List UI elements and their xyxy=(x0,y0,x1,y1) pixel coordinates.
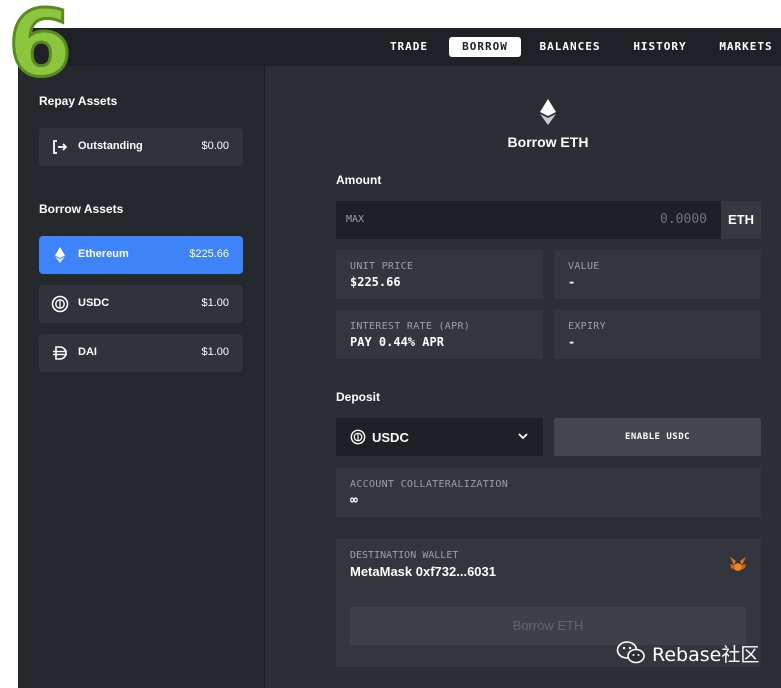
sidebar-item-label: USDC xyxy=(78,297,110,309)
borrow-panel: Borrow ETH Amount MAX 0.0000 ETH UNIT PR… xyxy=(266,66,781,688)
value-value: - xyxy=(568,275,576,289)
expiry-label: EXPIRY xyxy=(568,321,606,332)
sidebar-item-ethereum[interactable]: Ethereum $225.66 xyxy=(39,236,243,274)
value-label: VALUE xyxy=(568,261,600,272)
interest-rate-card: INTEREST RATE (APR) PAY 0.44% APR xyxy=(336,310,543,359)
watermark-text: Rebase社区 xyxy=(652,643,760,666)
top-navigation: TRADE BORROW BALANCES HISTORY MARKETS xyxy=(18,28,781,66)
tab-borrow[interactable]: BORROW xyxy=(449,37,521,57)
ethereum-icon xyxy=(55,247,65,263)
amount-value: 0.0000 xyxy=(660,212,707,227)
sidebar-item-amount: $225.66 xyxy=(189,248,229,260)
sidebar-item-dai[interactable]: DAI $1.00 xyxy=(39,334,243,372)
interest-rate-label: INTEREST RATE (APR) xyxy=(350,321,471,332)
ethereum-icon xyxy=(540,99,556,125)
expiry-card: EXPIRY - xyxy=(554,310,761,359)
enable-usdc-button[interactable]: ENABLE USDC xyxy=(554,418,761,456)
collateralization-value: ∞ xyxy=(350,493,358,508)
deposit-asset-value: USDC xyxy=(372,430,409,445)
tab-markets[interactable]: MARKETS xyxy=(715,37,777,57)
amount-input[interactable]: MAX 0.0000 xyxy=(336,201,721,239)
sidebar-item-label: Ethereum xyxy=(78,248,129,260)
app-window: TRADE BORROW BALANCES HISTORY MARKETS Re… xyxy=(18,28,781,688)
sidebar-item-amount: $1.00 xyxy=(201,297,229,309)
sidebar-item-outstanding[interactable]: Outstanding $0.00 xyxy=(39,128,243,166)
collateralization-label: ACCOUNT COLLATERALIZATION xyxy=(350,479,509,490)
sidebar-item-amount: $1.00 xyxy=(201,346,229,358)
metamask-fox-icon xyxy=(730,557,746,571)
sidebar-item-usdc[interactable]: USDC $1.00 xyxy=(39,285,243,323)
amount-label: Amount xyxy=(336,173,382,187)
sidebar: Repay Assets Outstanding $0.00 Borrow As… xyxy=(18,66,265,688)
collateralization-card: ACCOUNT COLLATERALIZATION ∞ xyxy=(336,468,761,517)
unit-price-label: UNIT PRICE xyxy=(350,261,414,272)
amount-unit: ETH xyxy=(721,201,761,239)
sidebar-item-label: Outstanding xyxy=(78,140,143,152)
max-button[interactable]: MAX xyxy=(346,214,364,225)
rebase-watermark: Rebase社区 xyxy=(616,640,759,666)
value-card: VALUE - xyxy=(554,250,761,299)
tab-history[interactable]: HISTORY xyxy=(629,37,691,57)
step-number-badge: 6 xyxy=(7,0,74,97)
destination-wallet-label: DESTINATION WALLET xyxy=(350,550,459,561)
tab-balances[interactable]: BALANCES xyxy=(535,37,605,57)
logout-arrow-icon xyxy=(53,140,68,154)
deposit-label: Deposit xyxy=(336,390,381,404)
usdc-icon xyxy=(350,429,366,445)
interest-rate-value: PAY 0.44% APR xyxy=(350,335,444,349)
expiry-value: - xyxy=(568,335,576,349)
dai-icon xyxy=(53,346,67,360)
unit-price-card: UNIT PRICE $225.66 xyxy=(336,250,543,299)
chevron-down-icon xyxy=(518,433,528,440)
wechat-icon xyxy=(616,641,645,664)
usdc-icon xyxy=(51,295,69,313)
borrow-assets-title: Borrow Assets xyxy=(39,202,124,216)
sidebar-item-label: DAI xyxy=(78,346,97,358)
page-title: Borrow ETH xyxy=(507,134,589,150)
destination-wallet-value: MetaMask 0xf732...6031 xyxy=(350,564,496,579)
sidebar-item-amount: $0.00 xyxy=(201,140,229,152)
deposit-asset-select[interactable]: USDC xyxy=(336,418,543,456)
tab-trade[interactable]: TRADE xyxy=(383,37,435,57)
unit-price-value: $225.66 xyxy=(350,275,401,289)
